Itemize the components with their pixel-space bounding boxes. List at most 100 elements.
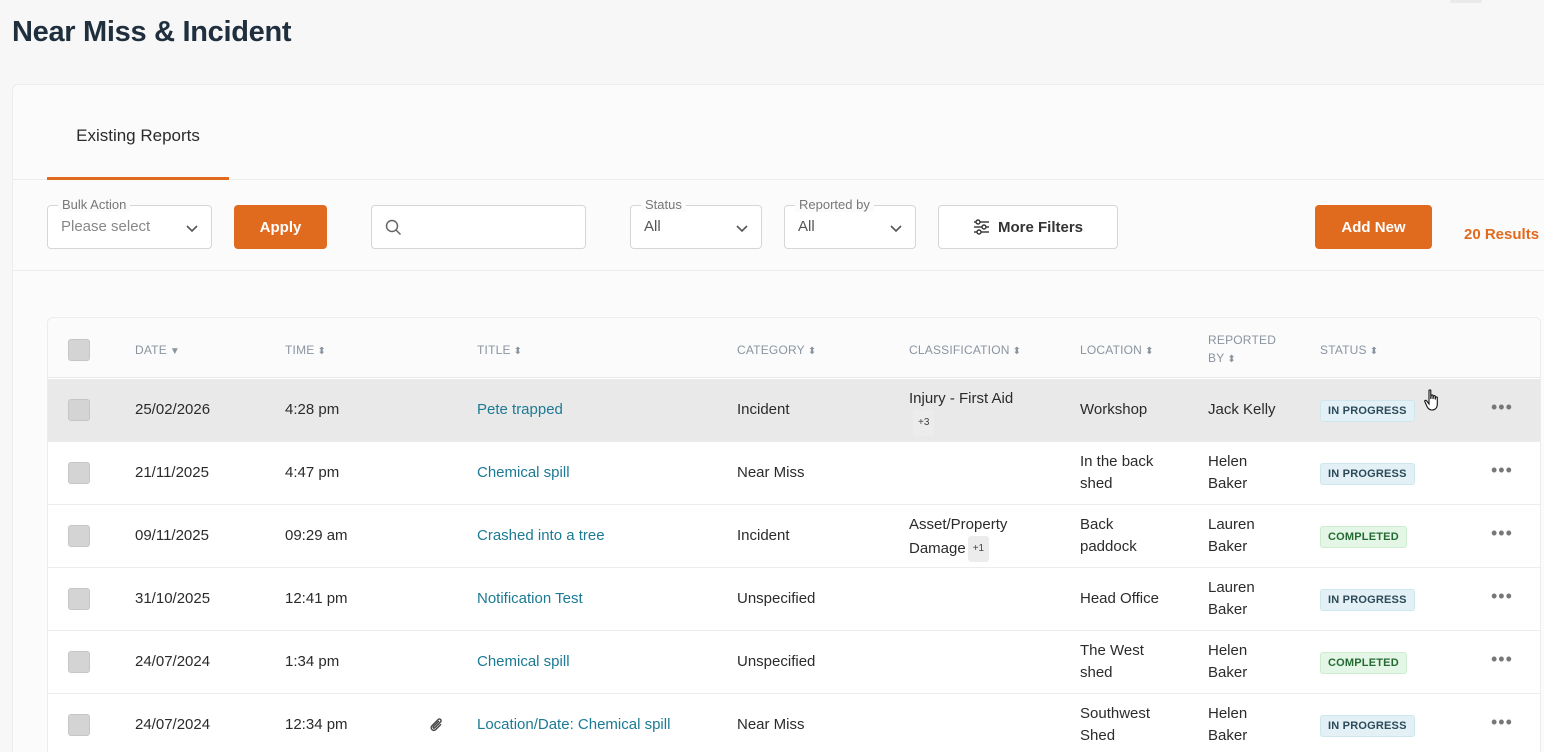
row-location: Back paddock	[1080, 514, 1137, 558]
select-all-checkbox[interactable]	[68, 339, 90, 361]
sort-icon: ⬍	[1012, 346, 1022, 357]
row-checkbox[interactable]	[68, 525, 90, 547]
chevron-down-icon	[736, 225, 748, 233]
more-options-icon[interactable]: •••	[1491, 397, 1513, 418]
row-reporter-line-2: Baker	[1208, 475, 1248, 492]
row-date: 21/11/2025	[135, 464, 209, 481]
table-row[interactable]: 09/11/2025 09:29 am Crashed into a tree Inc…	[48, 505, 1540, 568]
row-title-link[interactable]: Notification Test	[477, 588, 583, 610]
row-reporter-line-1: Helen	[1208, 453, 1248, 470]
row-reporter-line-2: Baker	[1208, 538, 1248, 555]
col-classification-label: CLASSIFICATION	[909, 343, 1010, 357]
row-reporter: Helen Baker	[1208, 640, 1247, 684]
sort-icon: ⬍	[807, 346, 817, 357]
reported-by-select[interactable]: Reported by All	[784, 197, 916, 249]
sort-icon: ⬍	[1227, 354, 1237, 365]
add-new-button[interactable]: Add New	[1315, 205, 1432, 249]
chevron-down-icon	[890, 225, 902, 233]
row-category: Near Miss	[737, 464, 805, 481]
table-row[interactable]: 21/11/2025 4:47 pm Chemical spill Near Miss…	[48, 442, 1540, 505]
row-reporter-line-1: Helen	[1208, 705, 1248, 722]
sort-icon: ⬍	[513, 346, 523, 357]
status-badge: IN PROGRESS	[1320, 463, 1415, 485]
bulk-action-select[interactable]: Bulk Action Please select	[47, 197, 212, 249]
row-category: Incident	[737, 527, 790, 544]
row-reporter: Helen Baker	[1208, 451, 1247, 495]
col-location[interactable]: LOCATION ⬍	[1080, 341, 1154, 361]
row-checkbox[interactable]	[68, 714, 90, 736]
row-location-line-1: Back	[1080, 516, 1114, 533]
row-title-link[interactable]: Location/Date: Chemical spill	[477, 714, 670, 736]
table-row[interactable]: 24/07/2024 1:34 pm Chemical spill Unspecifi…	[48, 631, 1540, 694]
sort-icon: ⬍	[317, 346, 327, 357]
row-location-line-1: The West	[1080, 642, 1144, 659]
row-location-line-2: Shed	[1080, 727, 1116, 744]
col-date[interactable]: DATE ▼	[135, 341, 180, 361]
more-options-icon[interactable]: •••	[1491, 523, 1513, 544]
paperclip-icon[interactable]	[429, 717, 443, 733]
search-input[interactable]	[371, 205, 586, 249]
row-classification-line-1: Injury - First Aid	[909, 390, 1014, 407]
more-options-icon[interactable]: •••	[1491, 460, 1513, 481]
more-filters-button[interactable]: More Filters	[938, 205, 1118, 249]
more-options-icon[interactable]: •••	[1491, 649, 1513, 670]
status-badge: IN PROGRESS	[1320, 715, 1415, 737]
row-category: Near Miss	[737, 716, 805, 733]
col-location-label: LOCATION	[1080, 343, 1143, 357]
row-reporter: Lauren Baker	[1208, 577, 1255, 621]
table-row[interactable]: 24/07/2024 12:34 pm Location/Date: Chemica…	[48, 694, 1540, 752]
table-row[interactable]: 25/02/2026 4:28 pm Pete trapped Incident Inj…	[48, 379, 1540, 442]
table-header: DATE ▼ TIME ⬍ TITLE ⬍ CATEGORY ⬍ CLASSIFICAT…	[48, 318, 1540, 378]
row-classification-line-1: Asset/Property	[909, 516, 1008, 533]
apply-button[interactable]: Apply	[234, 205, 327, 249]
row-location-line-2: shed	[1080, 475, 1113, 492]
col-status[interactable]: STATUS ⬍	[1320, 341, 1378, 361]
chevron-down-icon	[186, 225, 198, 233]
col-reported-by-label-2: BY	[1208, 351, 1225, 365]
more-options-icon[interactable]: •••	[1491, 712, 1513, 733]
col-time[interactable]: TIME ⬍	[285, 341, 326, 361]
tab-bar: Existing Reports	[13, 85, 1544, 180]
tab-existing-reports[interactable]: Existing Reports	[47, 85, 229, 180]
col-reported-by[interactable]: REPORTED BY ⬍	[1208, 331, 1276, 369]
row-location: The West shed	[1080, 640, 1144, 684]
row-location: Workshop	[1080, 401, 1148, 418]
row-location: Head Office	[1080, 590, 1159, 607]
row-title-link[interactable]: Chemical spill	[477, 462, 570, 484]
row-location-line-1: Southwest	[1080, 705, 1151, 722]
classification-more-badge[interactable]: +3	[913, 410, 935, 436]
row-location-line-2: shed	[1080, 664, 1113, 681]
row-time: 4:47 pm	[285, 464, 340, 481]
col-reported-by-label-1: REPORTED	[1208, 333, 1277, 347]
status-select[interactable]: Status All	[630, 197, 762, 249]
more-options-icon[interactable]: •••	[1491, 586, 1513, 607]
row-checkbox[interactable]	[68, 399, 90, 421]
status-label: Status	[641, 197, 686, 212]
col-category[interactable]: CATEGORY ⬍	[737, 341, 816, 361]
row-location-line-2: paddock	[1080, 538, 1137, 555]
row-location-line-1: In the back	[1080, 453, 1154, 470]
row-checkbox[interactable]	[68, 462, 90, 484]
row-location: In the back shed	[1080, 451, 1153, 495]
row-classification: Asset/Property Damage +1	[909, 514, 1007, 562]
row-title-link[interactable]: Pete trapped	[477, 399, 563, 421]
sort-desc-icon: ▼	[169, 346, 181, 357]
row-checkbox[interactable]	[68, 588, 90, 610]
row-checkbox[interactable]	[68, 651, 90, 673]
row-time: 4:28 pm	[285, 401, 340, 418]
sliders-icon	[973, 219, 989, 235]
classification-more-badge[interactable]: +1	[967, 536, 990, 562]
reports-panel: Existing Reports Bulk Action Please sele…	[12, 84, 1544, 752]
row-category: Unspecified	[737, 653, 816, 670]
search-icon	[385, 219, 402, 236]
row-date: 25/02/2026	[135, 401, 211, 418]
col-title[interactable]: TITLE ⬍	[477, 341, 522, 361]
page-title: Near Miss & Incident	[12, 16, 292, 48]
table-row[interactable]: 31/10/2025 12:41 pm Notification Test Unspe…	[48, 568, 1540, 631]
row-reporter: Lauren Baker	[1208, 514, 1255, 558]
col-classification[interactable]: CLASSIFICATION ⬍	[909, 341, 1021, 361]
sort-icon: ⬍	[1369, 346, 1379, 357]
row-title-link[interactable]: Crashed into a tree	[477, 525, 605, 547]
status-badge: COMPLETED	[1320, 652, 1407, 674]
row-title-link[interactable]: Chemical spill	[477, 651, 570, 673]
